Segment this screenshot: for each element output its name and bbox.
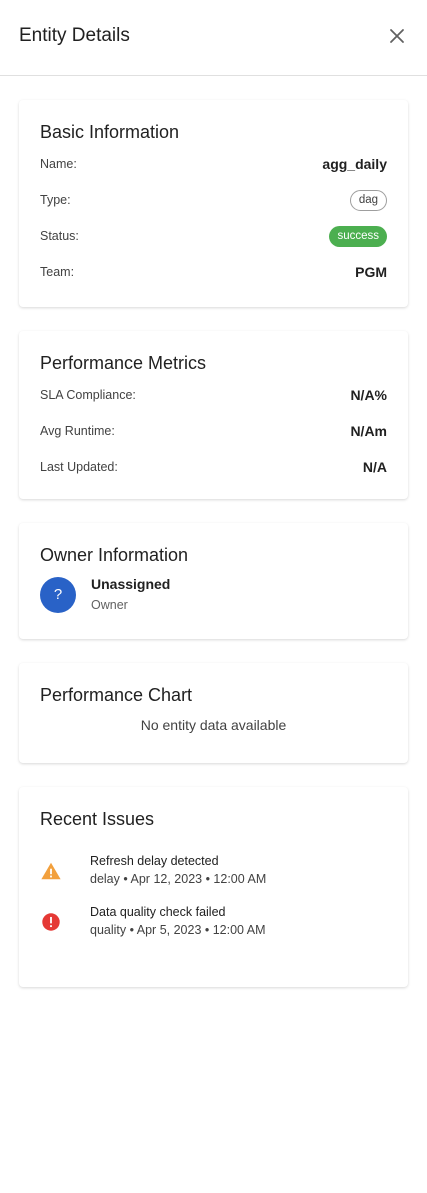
team-value: PGM [355, 264, 387, 280]
status-label: Status: [40, 229, 79, 243]
error-icon [42, 913, 60, 931]
issue-meta: quality • Apr 5, 2023 • 12:00 AM [90, 923, 266, 937]
question-mark-icon: ? [53, 586, 63, 603]
sla-row: SLA Compliance: N/A% [40, 377, 387, 413]
warning-icon [41, 862, 61, 880]
team-row: Team: PGM [40, 254, 387, 290]
owner-role: Owner [91, 598, 128, 612]
issue-item[interactable]: Data quality check failed quality • Apr … [40, 904, 387, 939]
page-title: Entity Details [19, 24, 130, 46]
name-label: Name: [40, 157, 77, 171]
runtime-label: Avg Runtime: [40, 424, 115, 438]
avatar: ? [40, 576, 76, 613]
issue-item[interactable]: Refresh delay detected delay • Apr 12, 2… [40, 853, 387, 888]
status-row: Status: success [40, 218, 387, 254]
recent-issues-title: Recent Issues [40, 809, 155, 829]
basic-information-card: Basic Information Name: agg_daily Type: … [19, 100, 408, 307]
last-updated-value: N/A [362, 459, 387, 475]
last-updated-label: Last Updated: [40, 460, 118, 474]
owner-information-title: Owner Information [40, 545, 189, 565]
performance-metrics-title: Performance Metrics [40, 353, 207, 373]
basic-information-title: Basic Information [40, 122, 180, 142]
sla-value: N/A% [350, 387, 387, 403]
issue-meta: delay • Apr 12, 2023 • 12:00 AM [90, 872, 267, 886]
issue-title: Refresh delay detected [90, 854, 219, 868]
sla-label: SLA Compliance: [40, 388, 136, 402]
chart-empty-message: No entity data available [140, 717, 287, 733]
last-updated-row: Last Updated: N/A [40, 449, 387, 485]
runtime-value: N/Am [350, 423, 387, 439]
type-row: Type: dag [40, 182, 387, 218]
performance-chart-title: Performance Chart [40, 685, 193, 705]
performance-chart-card: Performance Chart No entity data availab… [19, 663, 408, 763]
team-label: Team: [40, 265, 75, 279]
recent-issues-card: Recent Issues Refresh delay detected del… [19, 787, 408, 987]
type-chip: dag [349, 189, 387, 211]
name-row: Name: agg_daily [40, 146, 387, 182]
owner-row: ? Unassigned Owner [40, 575, 387, 614]
issue-title: Data quality check failed [90, 905, 226, 919]
type-label: Type: [40, 193, 71, 207]
panel-header: Entity Details [0, 0, 427, 76]
status-badge: success [329, 225, 387, 247]
owner-information-card: Owner Information ? Unassigned Owner [19, 523, 408, 639]
panel-content: Basic Information Name: agg_daily Type: … [0, 76, 427, 987]
name-value: agg_daily [322, 156, 387, 172]
runtime-row: Avg Runtime: N/Am [40, 413, 387, 449]
performance-metrics-card: Performance Metrics SLA Compliance: N/A%… [19, 331, 408, 499]
owner-name: Unassigned [91, 576, 171, 592]
close-icon[interactable] [389, 28, 405, 44]
close-button[interactable] [385, 24, 409, 48]
